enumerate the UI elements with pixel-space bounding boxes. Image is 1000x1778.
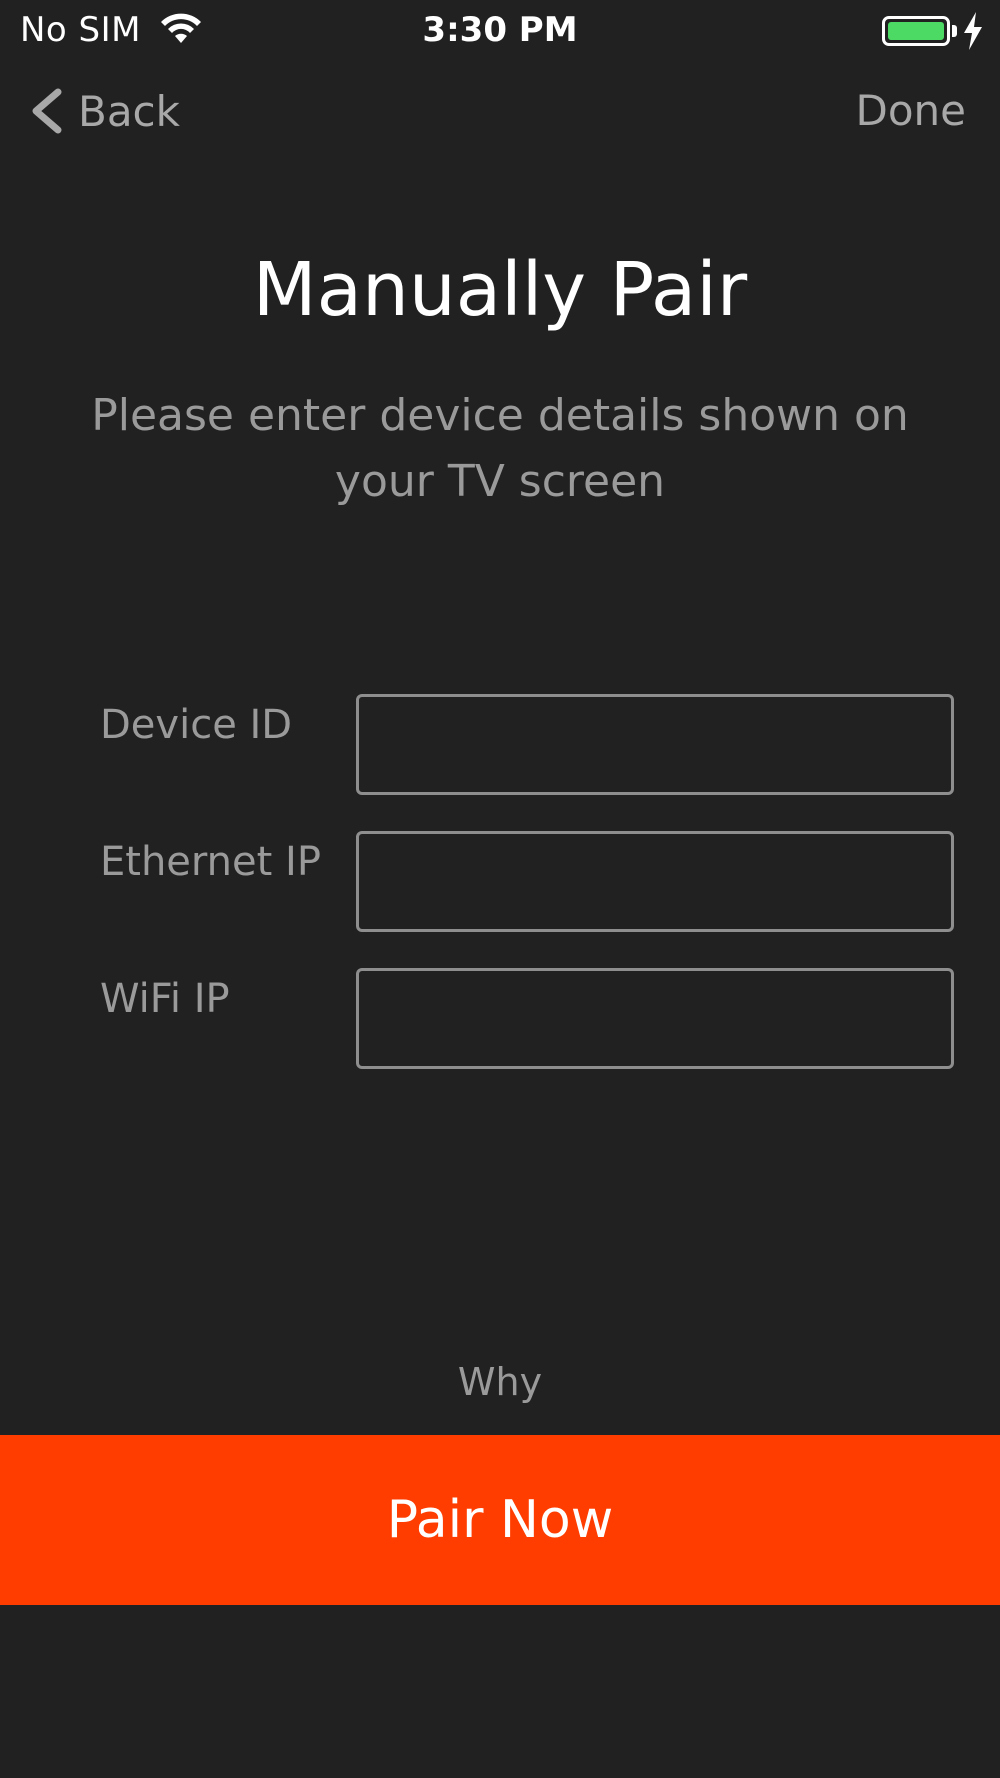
battery-cap: [952, 25, 957, 37]
device-id-input[interactable]: [356, 694, 954, 795]
wifi-ip-label: WiFi IP: [100, 976, 230, 1022]
ethernet-ip-input[interactable]: [356, 831, 954, 932]
clock: 3:30 PM: [422, 10, 578, 50]
page-title: Manually Pair: [252, 247, 748, 333]
wifi-ip-input[interactable]: [356, 968, 954, 1069]
done-button[interactable]: Done: [856, 80, 967, 142]
battery-icon: [882, 16, 950, 46]
ethernet-ip-label: Ethernet IP: [100, 839, 321, 885]
charging-bolt-icon: [964, 12, 982, 50]
pair-now-button[interactable]: Pair Now: [0, 1435, 1000, 1605]
chevron-left-icon: [32, 88, 62, 134]
back-button[interactable]: Back: [28, 80, 180, 142]
back-button-label: Back: [78, 86, 180, 136]
page-subtitle: Please enter device details shown on you…: [91, 390, 909, 507]
status-bar: No SIM 3:30 PM: [0, 0, 1000, 64]
device-id-label: Device ID: [100, 702, 293, 748]
why-link[interactable]: Why: [0, 1360, 1000, 1404]
battery-level-fill: [888, 22, 944, 40]
